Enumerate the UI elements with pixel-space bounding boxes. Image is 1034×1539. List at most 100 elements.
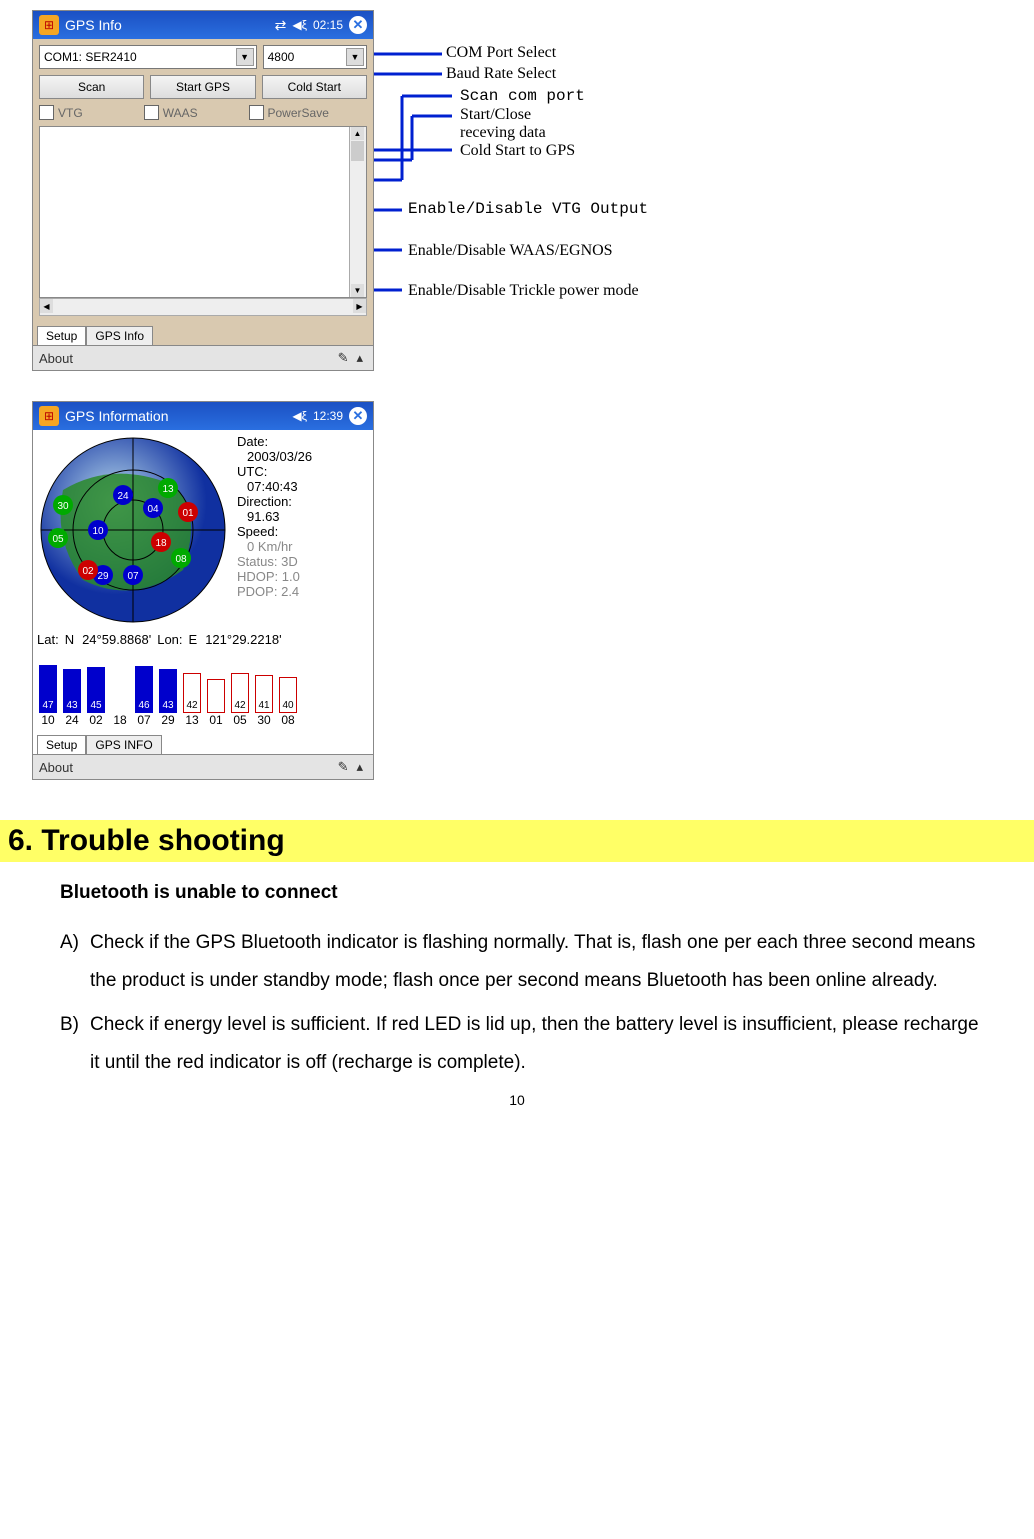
scan-button[interactable]: Scan xyxy=(39,75,144,99)
svg-text:08: 08 xyxy=(175,554,187,565)
signal-bar: 45 xyxy=(87,667,105,713)
horizontal-scrollbar[interactable]: ◀▶ xyxy=(39,298,367,316)
start-gps-button[interactable]: Start GPS xyxy=(150,75,255,99)
callout-scan: Scan com port xyxy=(460,87,585,105)
signal-bar: 43 xyxy=(63,669,81,713)
svg-text:04: 04 xyxy=(147,504,159,515)
lon-label: Lon: xyxy=(157,632,182,647)
speed-label: Speed: xyxy=(237,524,369,539)
tab-setup-2[interactable]: Setup xyxy=(37,735,86,754)
callout-vtg: Enable/Disable VTG Output xyxy=(408,200,648,218)
utc-value: 07:40:43 xyxy=(237,479,369,494)
signal-bar: 41 xyxy=(255,675,273,713)
start-icon[interactable]: ⊞ xyxy=(39,15,59,35)
signal-bar: 46 xyxy=(135,666,153,713)
sound-icon[interactable]: ◀ξ xyxy=(292,409,307,423)
tab-gps-info[interactable]: GPS Info xyxy=(86,326,153,345)
checkbox-icon xyxy=(39,105,54,120)
svg-text:24: 24 xyxy=(117,491,129,502)
powersave-checkbox[interactable]: PowerSave xyxy=(249,105,368,120)
signal-bars: 474345464342424140 xyxy=(33,649,373,713)
gps-information-screenshot: ⊞ GPS Information ◀ξ 12:39 ✕ xyxy=(32,401,994,780)
list-marker-a: A) xyxy=(60,924,90,1000)
chevron-down-icon: ▼ xyxy=(346,48,364,66)
satellite-id: 30 xyxy=(255,713,273,727)
satellite-id: 01 xyxy=(207,713,225,727)
subheading: Bluetooth is unable to connect xyxy=(60,882,994,904)
lat-value: 24°59.8868' xyxy=(80,632,153,647)
scroll-up-icon[interactable]: ▲ xyxy=(351,127,364,140)
list-marker-b: B) xyxy=(60,1006,90,1082)
up-arrow-icon[interactable]: ▴ xyxy=(352,350,367,366)
bottombar-1: About ✎ ▴ xyxy=(33,345,373,370)
keyboard-icon[interactable]: ✎ xyxy=(334,759,353,775)
about-menu[interactable]: About xyxy=(39,351,73,366)
speed-value: 0 Km/hr xyxy=(237,539,369,554)
satellite-id: 13 xyxy=(183,713,201,727)
cold-start-button[interactable]: Cold Start xyxy=(262,75,367,99)
close-icon[interactable]: ✕ xyxy=(349,407,367,425)
satellite-id: 08 xyxy=(279,713,297,727)
satellite-id: 24 xyxy=(63,713,81,727)
lon-hemi: E xyxy=(187,632,200,647)
window-title-2: GPS Information xyxy=(65,408,169,424)
vertical-scrollbar[interactable]: ▲ ▼ xyxy=(349,127,366,297)
tabs-1: Setup GPS Info xyxy=(33,322,373,345)
chevron-down-icon: ▼ xyxy=(236,48,254,66)
scroll-down-icon[interactable]: ▼ xyxy=(351,284,364,297)
callout-com-port: COM Port Select xyxy=(446,44,556,62)
tab-gps-info-2[interactable]: GPS INFO xyxy=(86,735,161,754)
up-arrow-icon[interactable]: ▴ xyxy=(352,759,367,775)
list-item-a: Check if the GPS Bluetooth indicator is … xyxy=(90,924,984,1000)
scroll-thumb[interactable] xyxy=(351,141,364,161)
window-title-1: GPS Info xyxy=(65,17,122,33)
svg-text:02: 02 xyxy=(82,566,94,577)
clock-2: 12:39 xyxy=(313,409,343,423)
svg-text:13: 13 xyxy=(162,484,174,495)
signal-bar: 42 xyxy=(231,673,249,713)
tab-setup[interactable]: Setup xyxy=(37,326,86,345)
pdop-label: PDOP: xyxy=(237,584,277,599)
signal-bar: 47 xyxy=(39,665,57,713)
checkbox-icon xyxy=(144,105,159,120)
signal-bar xyxy=(207,679,225,713)
lon-value: 121°29.2218' xyxy=(203,632,283,647)
vtg-checkbox[interactable]: VTG xyxy=(39,105,138,120)
com-port-select[interactable]: COM1: SER2410 ▼ xyxy=(39,45,257,69)
output-textarea[interactable]: ▲ ▼ xyxy=(39,126,367,298)
body-text: A) Check if the GPS Bluetooth indicator … xyxy=(60,924,984,1082)
svg-text:29: 29 xyxy=(97,571,109,582)
scroll-right-icon[interactable]: ▶ xyxy=(353,299,366,313)
section-heading: 6. Trouble shooting xyxy=(0,820,1034,862)
com-port-value: COM1: SER2410 xyxy=(44,50,137,64)
svg-text:18: 18 xyxy=(155,538,167,549)
callout-baud: Baud Rate Select xyxy=(446,65,556,83)
hdop-value: 1.0 xyxy=(282,569,300,584)
close-icon[interactable]: ✕ xyxy=(349,16,367,34)
start-icon[interactable]: ⊞ xyxy=(39,406,59,426)
scroll-left-icon[interactable]: ◀ xyxy=(40,299,53,313)
svg-text:05: 05 xyxy=(52,534,64,545)
about-menu-2[interactable]: About xyxy=(39,760,73,775)
baud-select[interactable]: 4800▼ xyxy=(263,45,367,69)
satellite-skyplot: 30 24 13 04 01 10 05 18 08 29 07 02 xyxy=(33,430,233,630)
gps-readout: Date: 2003/03/26 UTC: 07:40:43 Direction… xyxy=(233,430,373,630)
signal-ids: 1024021807291301053008 xyxy=(33,713,373,731)
utc-label: UTC: xyxy=(237,464,369,479)
signal-bar: 40 xyxy=(279,677,297,713)
sound-icon[interactable]: ◀ξ xyxy=(292,18,307,32)
lat-lon-row: Lat: N 24°59.8868' Lon: E 121°29.2218' xyxy=(33,630,373,649)
titlebar-2: ⊞ GPS Information ◀ξ 12:39 ✕ xyxy=(33,402,373,430)
waas-checkbox[interactable]: WAAS xyxy=(144,105,243,120)
page-number: 10 xyxy=(40,1092,994,1108)
pda-window-2: ⊞ GPS Information ◀ξ 12:39 ✕ xyxy=(32,401,374,780)
tabs-2: Setup GPS INFO xyxy=(33,731,373,754)
callout-cold: Cold Start to GPS xyxy=(460,142,575,160)
connectivity-icon[interactable]: ⇄ xyxy=(275,17,287,34)
list-item-b: Check if energy level is sufficient. If … xyxy=(90,1006,984,1082)
satellite-id: 05 xyxy=(231,713,249,727)
callout-powersave: Enable/Disable Trickle power mode xyxy=(408,282,639,300)
keyboard-icon[interactable]: ✎ xyxy=(334,350,353,366)
satellite-id: 18 xyxy=(111,713,129,727)
satellite-id: 07 xyxy=(135,713,153,727)
